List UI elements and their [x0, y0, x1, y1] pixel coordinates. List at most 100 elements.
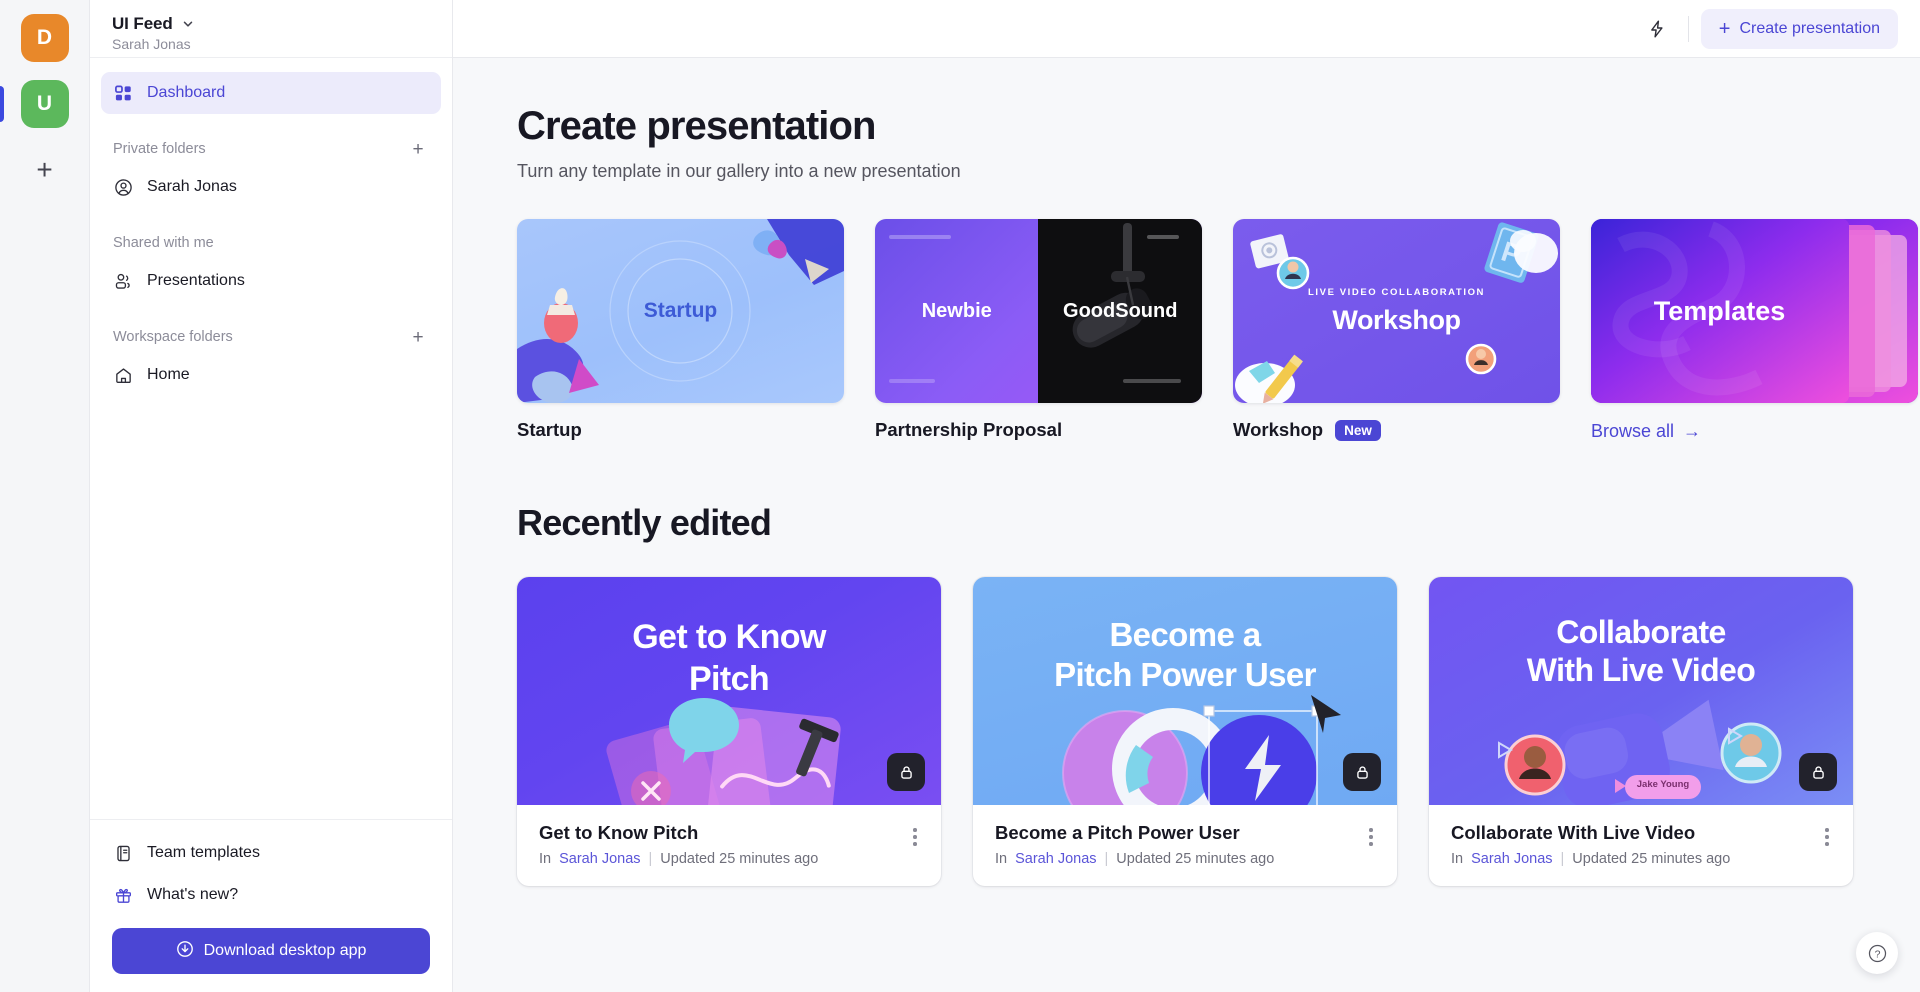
workspace-avatar-d[interactable]: D [20, 14, 69, 62]
sidebar-item-presentations-label: Presentations [147, 272, 245, 289]
presentation-in-label-2: In [995, 851, 1008, 867]
pitch-art-line2: Pitch [688, 660, 770, 698]
lock-icon-1 [887, 753, 925, 791]
live-video-art-line1: Collaborate [1556, 614, 1726, 650]
live-video-art-line2: With Live Video [1526, 652, 1756, 688]
template-card-browse-all[interactable]: Templates Browse all → [1591, 219, 1918, 442]
download-desktop-app-button[interactable]: Download desktop app [112, 928, 430, 974]
sidebar-item-team-templates-label: Team templates [147, 844, 260, 861]
template-card-workshop[interactable]: P LIVE VIDEO COLLABORATION Workshop Work… [1233, 219, 1560, 442]
presentation-thumbnail-1[interactable]: Get to Know Pitch [517, 577, 941, 805]
presentation-meta-2: In Sarah Jonas | Updated 25 minutes ago [995, 851, 1274, 867]
user-circle-icon [113, 177, 134, 198]
presentation-card-get-to-know-pitch[interactable]: Get to Know Pitch Get to Know Pitch In S… [517, 577, 941, 886]
lightning-icon[interactable] [1638, 10, 1676, 48]
page-title: Create presentation [517, 104, 876, 148]
recently-edited-title: Recently edited [517, 502, 772, 543]
workspace-avatar-u-letter: U [36, 92, 53, 115]
workspace-avatar-u[interactable]: U [20, 80, 69, 128]
power-user-art-line1: Become a [1109, 616, 1261, 653]
create-presentation-label: Create presentation [1739, 19, 1880, 37]
status-badge-new: New [1335, 419, 1381, 441]
presentation-card-collaborate-with-live-video[interactable]: Collaborate With Live Video Jake Young C… [1429, 577, 1853, 886]
template-thumbnail-workshop[interactable]: P LIVE VIDEO COLLABORATION Workshop [1233, 219, 1560, 403]
recently-edited-list: Get to Know Pitch Get to Know Pitch In S… [517, 577, 1864, 886]
presentation-options-button-2[interactable] [1364, 822, 1378, 852]
sidebar-item-whats-new-label: What's new? [147, 886, 239, 903]
live-video-artwork [1498, 699, 1782, 805]
add-private-folder-button[interactable]: + [407, 138, 429, 160]
svg-text:?: ? [1874, 948, 1880, 960]
workshop-art-title: Workshop [1332, 304, 1461, 335]
section-shared-with-me-title: Shared with me [113, 235, 214, 251]
presentation-options-button-3[interactable] [1820, 822, 1834, 852]
section-workspace-folders-header: Workspace folders + [101, 324, 441, 350]
presentation-meta-3: In Sarah Jonas | Updated 25 minutes ago [1451, 851, 1730, 867]
section-shared-with-me-header: Shared with me [101, 230, 441, 256]
workshop-art-labels: LIVE VIDEO COLLABORATION Workshop [1233, 219, 1560, 403]
gift-icon [113, 885, 134, 906]
presentation-thumbnail-2[interactable]: Become a Pitch Power User [973, 577, 1397, 805]
template-card-startup[interactable]: Startup Startup [517, 219, 844, 442]
workspace-avatar-d-letter: D [36, 26, 53, 49]
presentation-in-label-1: In [539, 851, 552, 867]
presentation-updated-3: Updated 25 minutes ago [1572, 851, 1731, 867]
sidebar: UI Feed Sarah Jonas Dashboard Private fo… [90, 0, 453, 992]
sidebar-item-home-label: Home [147, 366, 190, 383]
template-thumbnail-partnership[interactable]: Newbie GoodSound [875, 219, 1202, 403]
template-card-partnership-proposal[interactable]: Newbie GoodSound Partnership Proposal [875, 219, 1202, 442]
section-workspace-folders-title: Workspace folders [113, 329, 233, 345]
sidebar-item-presentations[interactable]: Presentations [101, 260, 441, 302]
presentation-owner-1[interactable]: Sarah Jonas [559, 851, 640, 867]
presentation-updated-2: Updated 25 minutes ago [1116, 851, 1275, 867]
pitch-art-line1: Get to Know [632, 618, 826, 656]
template-name-workshop: Workshop [1233, 419, 1324, 440]
template-thumbnail-templates[interactable]: Templates [1591, 219, 1918, 403]
partnership-art-title-right: GoodSound [1063, 299, 1178, 322]
topbar-divider [1687, 15, 1689, 42]
sidebar-item-sarah-jonas-label: Sarah Jonas [147, 178, 237, 195]
workspace-rail: D U + [0, 0, 90, 992]
template-gallery: Startup Startup Newbie GoodSound Partner… [517, 219, 1918, 442]
add-workspace-folder-button[interactable]: + [407, 326, 429, 348]
book-icon [113, 843, 134, 864]
live-video-nametag: Jake Young [1636, 779, 1690, 790]
workshop-art-eyebrow: LIVE VIDEO COLLABORATION [1307, 286, 1486, 298]
template-thumbnail-startup[interactable]: Startup [517, 219, 844, 403]
partnership-art-labels: Newbie GoodSound [875, 219, 1202, 403]
topbar: + Create presentation [453, 0, 1920, 58]
presentation-thumbnail-3[interactable]: Collaborate With Live Video Jake Young [1429, 577, 1853, 805]
sidebar-item-team-templates[interactable]: Team templates [101, 832, 441, 874]
sidebar-item-whats-new[interactable]: What's new? [101, 874, 441, 916]
presentation-owner-2[interactable]: Sarah Jonas [1015, 851, 1096, 867]
sidebar-item-home[interactable]: Home [101, 354, 441, 396]
home-icon [113, 365, 134, 386]
presentation-title-1: Get to Know Pitch [539, 822, 699, 843]
browse-all-label: Browse all [1591, 421, 1675, 441]
lock-icon-3 [1799, 753, 1837, 791]
create-presentation-button[interactable]: + Create presentation [1700, 8, 1898, 49]
sidebar-item-sarah-jonas[interactable]: Sarah Jonas [101, 166, 441, 208]
templates-art-title: Templates [1653, 295, 1786, 326]
download-desktop-app-label: Download desktop app [203, 942, 367, 959]
template-name-startup: Startup [517, 419, 582, 440]
browse-all-link[interactable]: Browse all → [1591, 421, 1918, 442]
presentation-owner-3[interactable]: Sarah Jonas [1471, 851, 1552, 867]
page-subtitle: Turn any template in our gallery into a … [517, 161, 961, 181]
sidebar-item-dashboard[interactable]: Dashboard [101, 72, 441, 114]
presentation-in-label-3: In [1451, 851, 1464, 867]
workspace-switcher[interactable]: UI Feed [112, 14, 430, 34]
presentation-meta-1: In Sarah Jonas | Updated 25 minutes ago [539, 851, 818, 867]
presentation-title-3: Collaborate With Live Video [1451, 822, 1696, 843]
presentation-updated-1: Updated 25 minutes ago [660, 851, 819, 867]
plus-icon: + [1718, 17, 1731, 40]
presentation-card-become-a-pitch-power-user[interactable]: Become a Pitch Power User Become a Pitch… [973, 577, 1397, 886]
add-workspace-button[interactable]: + [21, 146, 69, 194]
partnership-art-title-left: Newbie [921, 299, 992, 322]
presentation-options-button-1[interactable] [908, 822, 922, 852]
sidebar-header: UI Feed Sarah Jonas [90, 0, 452, 58]
help-button[interactable]: ? [1856, 932, 1898, 974]
section-private-folders-header: Private folders + [101, 136, 441, 162]
meta-divider-2: | [1104, 851, 1109, 867]
people-icon [113, 271, 134, 292]
